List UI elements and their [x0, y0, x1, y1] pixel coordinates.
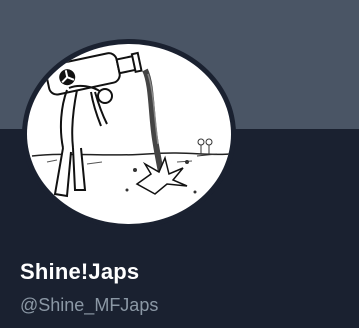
- display-name: Shine!Japs: [20, 259, 140, 284]
- avatar[interactable]: [27, 44, 231, 224]
- user-handle: @Shine_MFJaps: [20, 295, 159, 315]
- cartoon-bottle-pour-icon: [31, 51, 231, 198]
